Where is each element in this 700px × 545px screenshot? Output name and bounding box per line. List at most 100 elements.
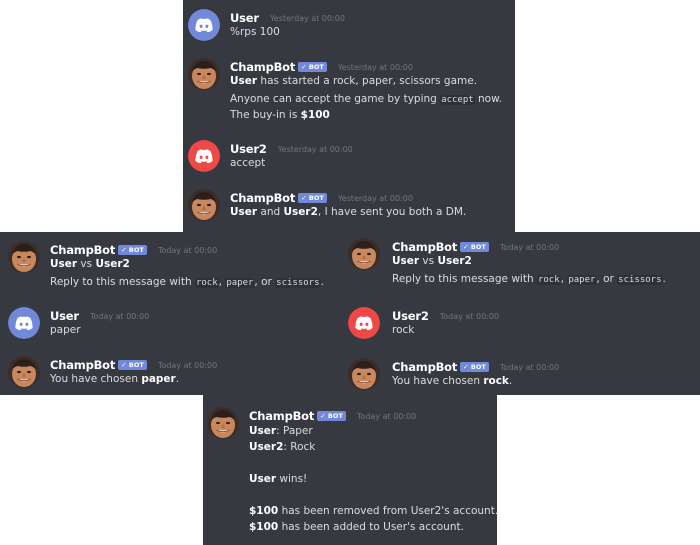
message-2: User2 Today at 00:00 rock	[342, 307, 700, 351]
timestamp: Today at 00:00	[356, 412, 417, 421]
author-name[interactable]: ChampBot	[249, 409, 314, 423]
bold-text: User2	[437, 255, 472, 267]
message-text: Reply to this message with	[50, 276, 195, 288]
message-line: User: Paper	[249, 423, 313, 439]
message-line: paper	[50, 322, 81, 338]
message-line: %rps 100	[230, 24, 280, 40]
message-text: The buy-in is	[230, 109, 301, 121]
timestamp: Today at 00:00	[499, 363, 560, 372]
bold-text: User	[50, 258, 78, 270]
author-name[interactable]: ChampBot	[230, 191, 295, 205]
message-text: now.	[474, 93, 503, 105]
message-1: User Yesterday at 00:00 %rps 100	[183, 9, 515, 53]
inline-code: paper	[225, 278, 255, 288]
message-text: accept	[230, 157, 266, 169]
message-text: wins!	[276, 473, 308, 485]
message-line: User and User2, I have sent you both a D…	[230, 204, 466, 220]
message-text: : Paper	[276, 425, 313, 437]
author-name[interactable]: ChampBot	[50, 243, 115, 257]
bold-text: User2	[95, 258, 130, 270]
message-1: ChampBot ✓ BOT Today at 00:00 User vs Use…	[342, 238, 700, 285]
user-avatar[interactable]	[188, 9, 220, 41]
message-text: .	[320, 276, 324, 288]
timestamp: Today at 00:00	[157, 361, 218, 370]
dm-panel-game-start: User Yesterday at 00:00 %rps 100 ChampBo…	[183, 0, 515, 232]
bot-badge: ✓ BOT	[298, 193, 327, 203]
champbot-avatar[interactable]	[348, 238, 380, 270]
champbot-avatar[interactable]	[8, 241, 40, 273]
message-text: .	[662, 273, 666, 285]
champbot-avatar[interactable]	[188, 189, 220, 221]
message-text: paper	[50, 324, 81, 336]
message-1: ChampBot ✓ BOT Today at 00:00 User vs Use…	[0, 241, 342, 288]
message-4: ChampBot ✓ BOT Yesterday at 00:00 User an…	[183, 189, 515, 233]
author-name[interactable]: User2	[230, 142, 267, 156]
message-2: ChampBot ✓ BOT Yesterday at 00:00 User ha…	[183, 58, 515, 121]
bold-text: User2	[283, 206, 318, 218]
champbot-avatar[interactable]	[348, 358, 380, 390]
author-name[interactable]: User2	[392, 309, 429, 323]
message-text: You have chosen	[50, 373, 142, 385]
author-name[interactable]: ChampBot	[392, 360, 457, 374]
message-text: , or	[596, 273, 618, 285]
message-1: ChampBot ✓ BOT Today at 00:00 User: Paper…	[203, 407, 498, 543]
champbot-avatar[interactable]	[188, 58, 220, 90]
timestamp: Today at 00:00	[157, 246, 218, 255]
message-text: has started a rock, paper, scissors game…	[257, 75, 478, 87]
champbot-avatar[interactable]	[207, 407, 239, 439]
message-text: and	[257, 206, 284, 218]
bot-badge: ✓ BOT	[118, 245, 147, 255]
bot-badge: ✓ BOT	[460, 362, 489, 372]
user2-avatar[interactable]	[348, 307, 380, 339]
message-text: .	[508, 375, 513, 387]
author-name[interactable]: ChampBot	[392, 240, 457, 254]
message-text: vs	[77, 258, 96, 270]
bot-badge: ✓ BOT	[118, 360, 147, 370]
bold-text: User	[249, 425, 277, 437]
user2-avatar[interactable]	[188, 140, 220, 172]
timestamp: Yesterday at 00:00	[277, 145, 353, 154]
bold-text: $100	[300, 109, 330, 121]
message-line: User wins!	[249, 471, 307, 487]
bot-badge: ✓ BOT	[298, 62, 327, 72]
message-text: You have chosen	[392, 375, 484, 387]
message-line: $100 has been removed from User2's accou…	[249, 503, 498, 519]
timestamp: Yesterday at 00:00	[337, 194, 413, 203]
message-line: Reply to this message with rock, paper, …	[392, 271, 666, 288]
message-line: The buy-in is $100	[230, 107, 330, 123]
message-line: Anyone can accept the game by typing acc…	[230, 91, 502, 108]
message-line: User vs User2	[392, 253, 472, 269]
timestamp: Yesterday at 00:00	[269, 14, 345, 23]
message-line: User2: Rock	[249, 439, 315, 455]
message-text: has been added to User's account.	[278, 521, 464, 533]
message-3: User2 Yesterday at 00:00 accept	[183, 140, 515, 184]
message-line: Reply to this message with rock, paper, …	[50, 274, 324, 291]
timestamp: Today at 00:00	[439, 312, 500, 321]
bold-text: rock	[483, 375, 509, 387]
message-line: User vs User2	[50, 256, 130, 272]
champbot-avatar[interactable]	[8, 356, 40, 388]
message-line: $100 has been added to User's account.	[249, 519, 464, 535]
message-text: , or	[254, 276, 276, 288]
message-line: You have chosen paper.	[50, 371, 179, 387]
message-text: has been removed from User2's account.	[278, 505, 499, 517]
bold-text: $100	[249, 521, 279, 533]
timestamp: Today at 00:00	[499, 243, 560, 252]
author-name[interactable]: User	[230, 11, 259, 25]
author-name[interactable]: ChampBot	[50, 358, 115, 372]
bot-badge: ✓ BOT	[460, 242, 489, 252]
timestamp: Today at 00:00	[89, 312, 150, 321]
timestamp: Yesterday at 00:00	[337, 63, 413, 72]
author-name[interactable]: ChampBot	[230, 60, 295, 74]
bold-text: User	[392, 255, 420, 267]
message-line: You have chosen rock.	[392, 373, 512, 389]
inline-code: rock	[536, 275, 561, 285]
inline-code: rock	[194, 278, 219, 288]
message-line: accept	[230, 155, 265, 171]
bold-text: User	[230, 75, 258, 87]
message-text: Reply to this message with	[392, 273, 537, 285]
author-name[interactable]: User	[50, 309, 79, 323]
user-avatar[interactable]	[8, 307, 40, 339]
message-3: ChampBot ✓ BOT Today at 00:00 You have ch…	[0, 356, 342, 400]
message-text: Anyone can accept the game by typing	[230, 93, 441, 105]
